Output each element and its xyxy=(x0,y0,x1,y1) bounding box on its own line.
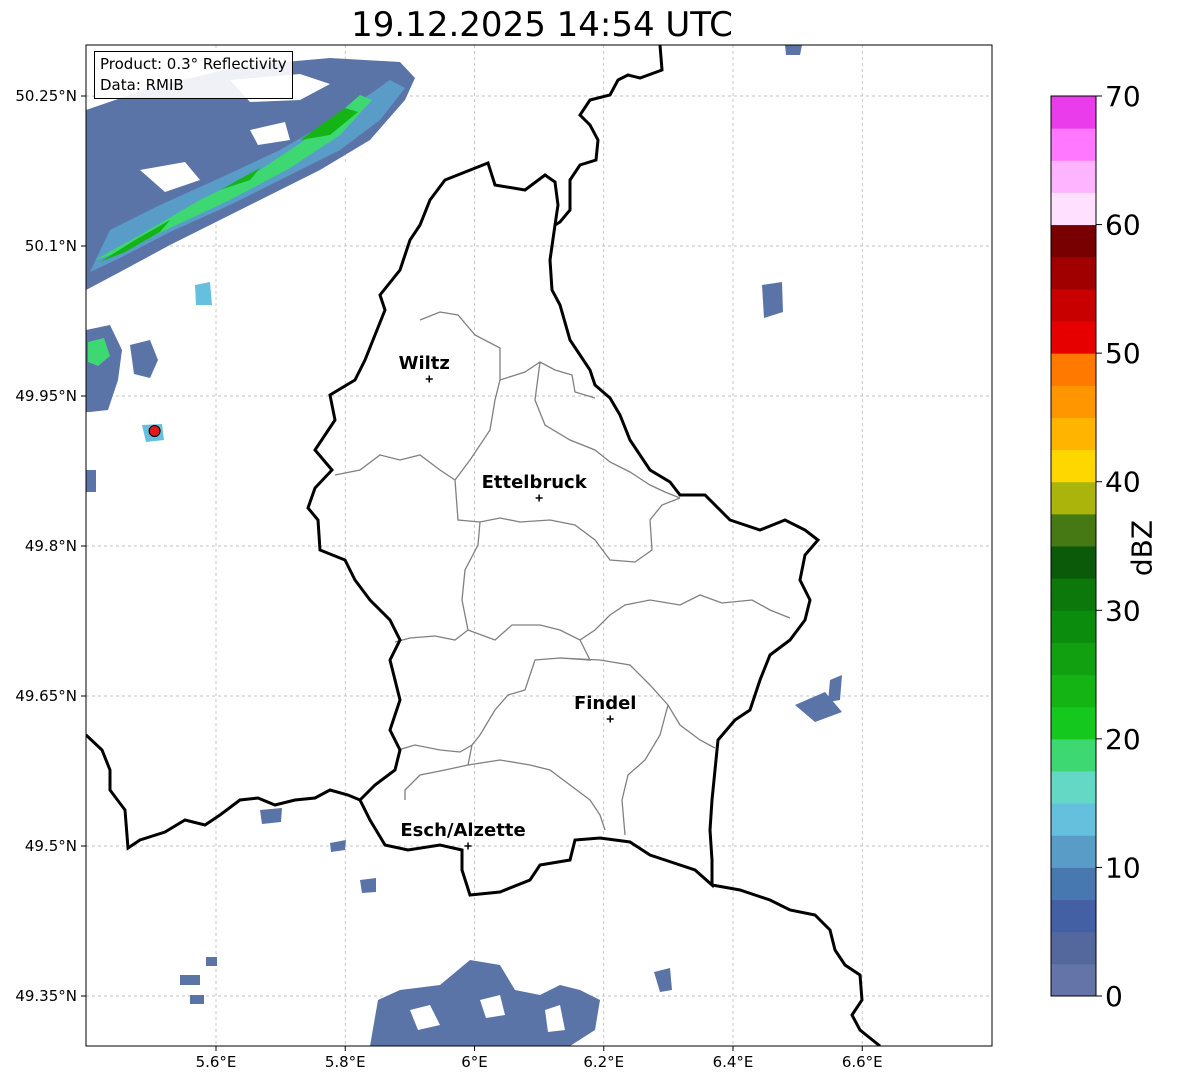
colorbar-tick-label: 70 xyxy=(1105,80,1141,113)
city-label: Wiltz xyxy=(399,353,450,374)
y-tick-label: 49.35°N xyxy=(15,987,77,1005)
colorbar-tick-label: 0 xyxy=(1105,980,1123,1013)
city-label: Findel xyxy=(574,693,637,714)
map-frame-group: 5.6°E 5.8°E 6°E 6.2°E 6.4°E 6.6°E 50.25°N 50.1°… xyxy=(15,44,993,1071)
colorbar-swatch xyxy=(1051,963,1096,997)
colorbar-swatch xyxy=(1051,578,1096,611)
colorbar-swatch xyxy=(1051,96,1096,129)
colorbar-swatch xyxy=(1051,674,1096,708)
radar-map: 5.6°E 5.8°E 6°E 6.2°E 6.4°E 6.6°E 50.25°N 50.1°… xyxy=(15,44,1141,1071)
x-tick-label: 6.4°E xyxy=(713,1053,754,1071)
colorbar-swatch xyxy=(1051,706,1096,740)
radar-site-marker xyxy=(148,425,161,437)
data-source-label: Data: RMIB xyxy=(100,76,184,94)
colorbar-tick-label: 10 xyxy=(1105,851,1141,884)
colorbar-tick-label: 40 xyxy=(1105,466,1141,499)
colorbar-swatch xyxy=(1051,256,1096,290)
y-tick-label: 49.8°N xyxy=(25,537,77,555)
echo-top-right xyxy=(785,45,802,55)
product-label: Product: 0.3° Reflectivity xyxy=(100,55,287,73)
x-tick-label: 5.6°E xyxy=(196,1053,237,1071)
info-box: Product: 0.3° Reflectivity Data: RMIB xyxy=(94,51,293,99)
colorbar-swatch xyxy=(1051,192,1096,226)
x-tick-label: 6°E xyxy=(461,1053,488,1071)
echo-east-block xyxy=(762,282,783,318)
colorbar-swatch xyxy=(1051,546,1096,579)
echo-cell-edge xyxy=(86,470,96,492)
colorbar-swatch xyxy=(1051,738,1096,772)
x-tick-label: 6.2°E xyxy=(583,1053,624,1071)
colorbar-swatch xyxy=(1051,771,1096,804)
y-tick-label: 50.1°N xyxy=(25,237,77,255)
colorbar-swatch xyxy=(1051,867,1096,901)
colorbar-tick-label: 20 xyxy=(1105,723,1141,756)
colorbar-swatch xyxy=(1051,610,1096,643)
y-tick-label: 50.25°N xyxy=(15,87,77,105)
colorbar-swatch xyxy=(1051,385,1096,418)
colorbar-swatch xyxy=(1051,417,1096,451)
colorbar-swatch xyxy=(1051,835,1096,868)
echo-cell-northwest xyxy=(195,282,212,305)
colorbar-swatch xyxy=(1051,899,1096,933)
city-label: Esch/Alzette xyxy=(400,820,525,841)
colorbar-swatch xyxy=(1051,128,1096,161)
colorbar-tick-label: 50 xyxy=(1105,337,1141,370)
y-tick-label: 49.5°N xyxy=(25,837,77,855)
colorbar-tick-label: 60 xyxy=(1105,209,1141,242)
colorbar-swatch xyxy=(1051,642,1096,676)
colorbar-swatch xyxy=(1051,353,1096,386)
x-tick-label: 5.8°E xyxy=(325,1053,366,1071)
colorbar-tick-label: 30 xyxy=(1105,594,1141,627)
colorbar-swatch xyxy=(1051,224,1096,258)
city-label: Ettelbruck xyxy=(482,472,588,493)
colorbar-swatch xyxy=(1051,481,1096,515)
y-tick-label: 49.65°N xyxy=(15,687,77,705)
colorbar-swatch xyxy=(1051,803,1096,836)
colorbar-label: dBZ xyxy=(1125,519,1159,577)
colorbar-swatch xyxy=(1051,931,1096,965)
colorbar-swatch xyxy=(1051,288,1096,322)
colorbar-swatch xyxy=(1051,513,1096,547)
colorbar-swatch xyxy=(1051,160,1096,193)
x-tick-label: 6.6°E xyxy=(842,1053,883,1071)
colorbar-swatch xyxy=(1051,449,1096,483)
y-tick-label: 49.95°N xyxy=(15,387,77,405)
colorbar-swatch xyxy=(1051,321,1096,354)
